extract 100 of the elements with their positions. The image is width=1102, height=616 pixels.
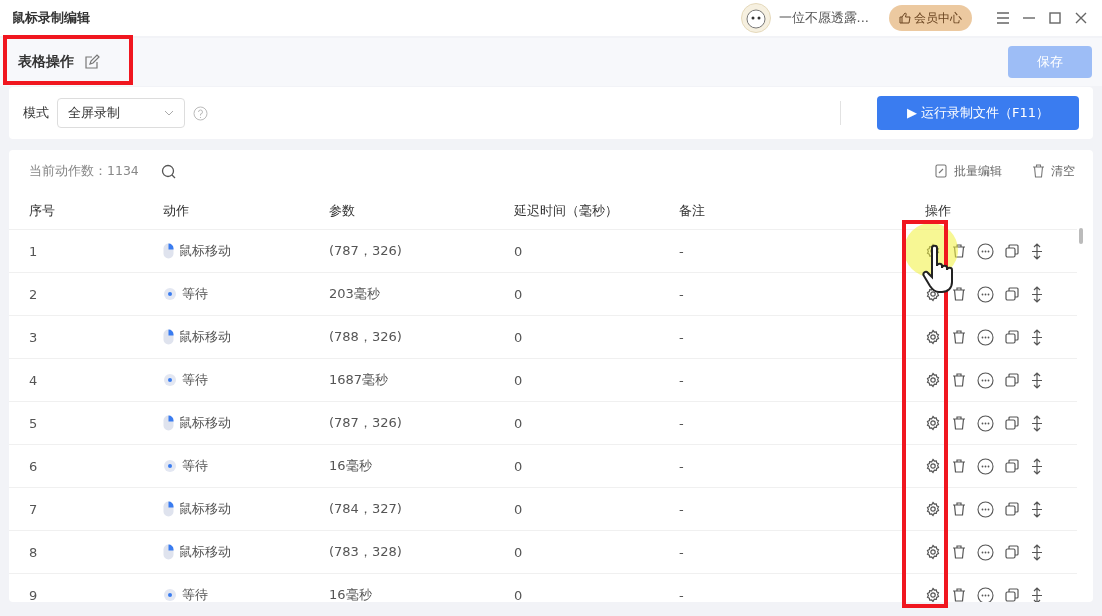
edit-icon[interactable] [84, 54, 100, 70]
copy-icon[interactable] [1004, 329, 1020, 345]
more-icon[interactable] [977, 543, 994, 561]
batch-edit-button[interactable]: 批量编辑 [935, 162, 1002, 180]
table-cell-text: 0 [514, 415, 524, 431]
trash-icon[interactable] [951, 587, 967, 602]
search-icon[interactable] [160, 163, 176, 179]
table-cell-text: 16毫秒 [329, 457, 373, 475]
table-cell-text: (783，328) [329, 543, 403, 561]
clock-icon [163, 459, 177, 473]
avatar-icon[interactable] [740, 3, 771, 33]
more-icon[interactable] [977, 371, 994, 389]
more-icon[interactable] [977, 285, 994, 303]
mouse-icon [163, 329, 174, 345]
table-cell-text: 9 [29, 587, 39, 602]
column-header: 动作 [163, 201, 190, 220]
gear-icon[interactable] [925, 286, 941, 302]
table-cell: 鼠标移动 [179, 328, 231, 346]
table-cell-text: 2 [29, 286, 39, 302]
more-icon[interactable] [977, 586, 994, 602]
gear-icon[interactable] [925, 501, 941, 517]
drag-handle-icon[interactable] [1030, 285, 1044, 303]
mode-dropdown[interactable]: 全屏录制 [57, 98, 185, 128]
trash-icon[interactable] [951, 544, 967, 560]
table-cell-text: 16毫秒 [329, 586, 373, 602]
drag-handle-icon[interactable] [1030, 543, 1044, 561]
run-recording-button[interactable]: ▶ 运行录制文件（F11） [877, 96, 1079, 130]
table-cell: 等待 [182, 285, 208, 303]
trash-icon[interactable] [951, 372, 967, 388]
gear-icon[interactable] [925, 587, 941, 602]
table-cell-text: - [679, 587, 685, 602]
gear-icon[interactable] [925, 415, 941, 431]
copy-icon[interactable] [1004, 286, 1020, 302]
copy-icon[interactable] [1004, 243, 1020, 259]
table-cell-text: 5 [29, 415, 39, 431]
page-title: 表格操作 [18, 53, 74, 71]
drag-handle-icon[interactable] [1030, 414, 1044, 432]
column-header: 参数 [329, 201, 356, 220]
mouse-icon [163, 544, 174, 560]
drag-handle-icon[interactable] [1030, 500, 1044, 518]
table-cell-text: - [679, 415, 685, 431]
table-cell-text: 0 [514, 501, 524, 517]
trash-icon[interactable] [951, 458, 967, 474]
clock-icon [163, 287, 177, 301]
gear-icon[interactable] [925, 544, 941, 560]
edit-list-icon [935, 164, 948, 178]
copy-icon[interactable] [1004, 372, 1020, 388]
table-cell-text: 8 [29, 544, 39, 560]
table-cell-text: (788，326) [329, 328, 403, 346]
drag-handle-icon[interactable] [1030, 371, 1044, 389]
table-cell-text: 0 [514, 243, 524, 259]
gear-icon[interactable] [925, 458, 941, 474]
table-cell-text: 1687毫秒 [329, 371, 390, 389]
copy-icon[interactable] [1004, 501, 1020, 517]
window-title: 鼠标录制编辑 [12, 9, 91, 27]
table-cell-text: - [679, 501, 685, 517]
table-cell-text: 0 [514, 372, 524, 388]
drag-handle-icon[interactable] [1030, 328, 1044, 346]
gear-icon[interactable] [925, 372, 941, 388]
gear-icon[interactable] [925, 329, 941, 345]
trash-icon[interactable] [951, 415, 967, 431]
table-cell-text: - [679, 458, 685, 474]
table-cell: 等待 [182, 457, 208, 475]
copy-icon[interactable] [1004, 544, 1020, 560]
more-icon[interactable] [977, 328, 994, 346]
table-cell-text: - [679, 243, 685, 259]
clear-button[interactable]: 清空 [1032, 162, 1075, 180]
menu-icon[interactable] [994, 9, 1012, 27]
table-cell-text: (787，326) [329, 242, 403, 260]
drag-handle-icon[interactable] [1030, 242, 1044, 260]
trash-icon[interactable] [951, 329, 967, 345]
column-header: 延迟时间（毫秒） [514, 201, 619, 220]
table-cell-text: 3 [29, 329, 39, 345]
maximize-icon[interactable] [1046, 9, 1064, 27]
table-cell: 鼠标移动 [179, 543, 231, 561]
username[interactable]: 一位不愿透露... [778, 9, 869, 27]
vip-center-button[interactable]: 会员中心 [889, 5, 972, 31]
column-header: 序号 [29, 201, 56, 220]
mouse-icon [163, 243, 174, 259]
more-icon[interactable] [977, 500, 994, 518]
trash-icon[interactable] [951, 243, 967, 259]
table-cell-text: - [679, 329, 685, 345]
copy-icon[interactable] [1004, 458, 1020, 474]
copy-icon[interactable] [1004, 587, 1020, 602]
mouse-icon [163, 415, 174, 431]
thumbs-up-icon [899, 12, 911, 24]
trash-icon[interactable] [951, 286, 967, 302]
table-cell-text: 0 [514, 286, 524, 302]
mode-label: 模式 [23, 104, 49, 122]
drag-handle-icon[interactable] [1030, 586, 1044, 602]
more-icon[interactable] [977, 414, 994, 432]
more-icon[interactable] [977, 242, 994, 260]
table-cell: 等待 [182, 371, 208, 389]
column-header: 操作 [925, 201, 952, 220]
more-icon[interactable] [977, 457, 994, 475]
trash-icon[interactable] [951, 501, 967, 517]
scrollbar-thumb[interactable] [1079, 228, 1083, 244]
copy-icon[interactable] [1004, 415, 1020, 431]
drag-handle-icon[interactable] [1030, 457, 1044, 475]
table-cell-text: - [679, 286, 685, 302]
